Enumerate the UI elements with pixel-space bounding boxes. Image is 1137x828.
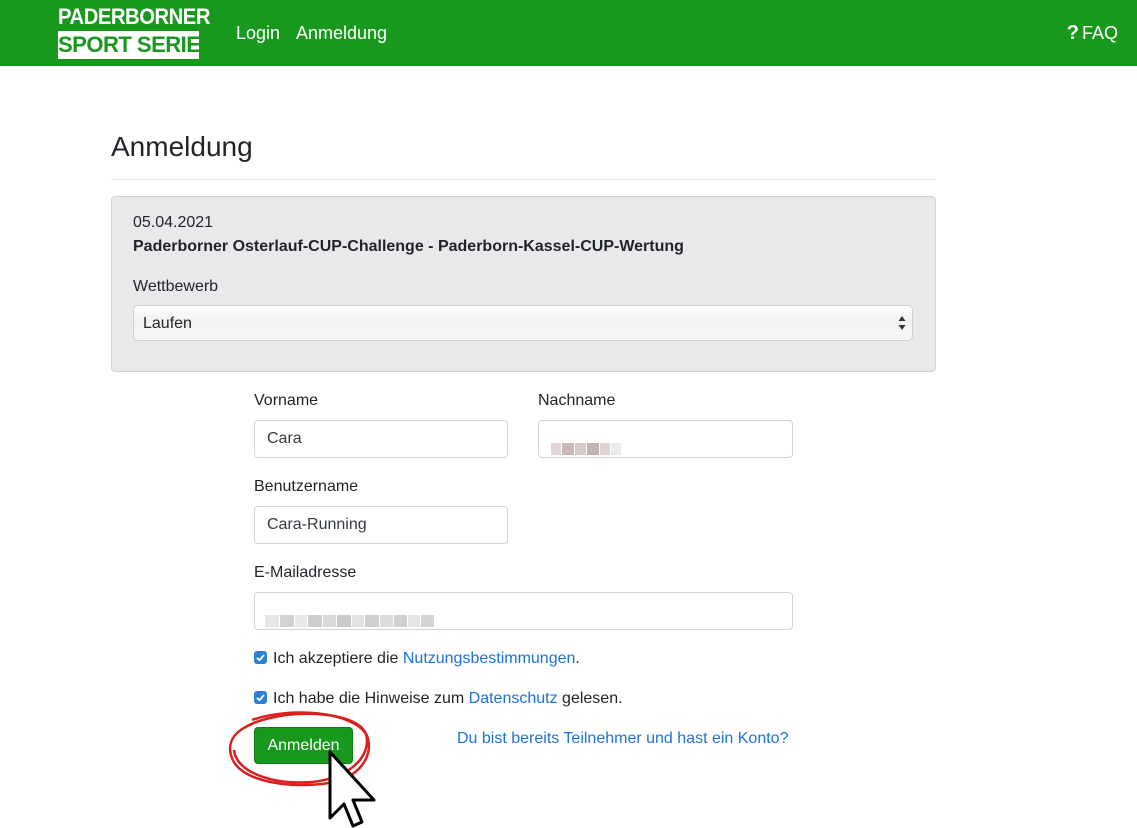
redacted-email	[265, 605, 435, 627]
terms-end: .	[575, 650, 580, 667]
submit-button[interactable]: Anmelden	[254, 727, 353, 764]
terms-text: Ich akzeptiere die	[273, 650, 403, 667]
brand-logo[interactable]: PADERBORNER SPORT SERIE	[58, 4, 211, 59]
lastname-label: Nachname	[538, 392, 616, 409]
privacy-checkbox[interactable]	[254, 691, 267, 704]
event-name: Paderborner Osterlauf-CUP-Challenge - Pa…	[133, 238, 684, 255]
nav-anmeldung-link[interactable]: Anmeldung	[296, 22, 387, 44]
terms-row: Ich akzeptiere die Nutzungsbestimmungen.	[254, 649, 580, 669]
competition-label: Wettbewerb	[133, 278, 219, 295]
redacted-lastname	[551, 433, 622, 455]
competition-selected-value: Laufen	[143, 315, 192, 332]
logo-text-bottom: SPORT SERIE	[58, 31, 199, 59]
privacy-text: Ich habe die Hinweise zum	[273, 690, 469, 707]
nav-login-link[interactable]: Login	[236, 22, 280, 44]
firstname-label: Vorname	[254, 392, 319, 409]
question-icon: ?	[1066, 22, 1079, 44]
event-card: 05.04.2021 Paderborner Osterlauf-CUP-Cha…	[111, 196, 936, 372]
annotation-overlay	[228, 711, 376, 828]
terms-link[interactable]: Nutzungsbestimmungen	[403, 650, 576, 667]
event-date: 05.04.2021	[133, 214, 214, 231]
logo-text-top: PADERBORNER	[58, 4, 211, 29]
page-title: Anmeldung	[111, 131, 253, 162]
lastname-input[interactable]	[538, 420, 793, 458]
privacy-row: Ich habe die Hinweise zum Datenschutz ge…	[254, 689, 623, 709]
sort-arrows-icon	[898, 316, 906, 330]
email-label: E-Mailadresse	[254, 564, 357, 581]
check-icon	[256, 694, 265, 702]
faq-label: FAQ	[1081, 23, 1118, 43]
terms-checkbox[interactable]	[254, 651, 267, 664]
existing-account-link[interactable]: Du bist bereits Teilnehmer und hast ein …	[457, 729, 788, 749]
nav-faq-link[interactable]: ? FAQ	[1067, 22, 1118, 44]
privacy-link[interactable]: Datenschutz	[469, 690, 558, 707]
firstname-input[interactable]: Cara	[254, 420, 508, 458]
title-divider	[111, 179, 936, 180]
username-input[interactable]: Cara-Running	[254, 506, 508, 544]
competition-select[interactable]: Laufen	[133, 305, 913, 341]
privacy-end: gelesen.	[557, 690, 623, 707]
navbar: PADERBORNER SPORT SERIE Login Anmeldung …	[0, 0, 1137, 66]
email-input[interactable]	[254, 592, 793, 630]
username-label: Benutzername	[254, 478, 359, 495]
check-icon	[256, 654, 265, 662]
